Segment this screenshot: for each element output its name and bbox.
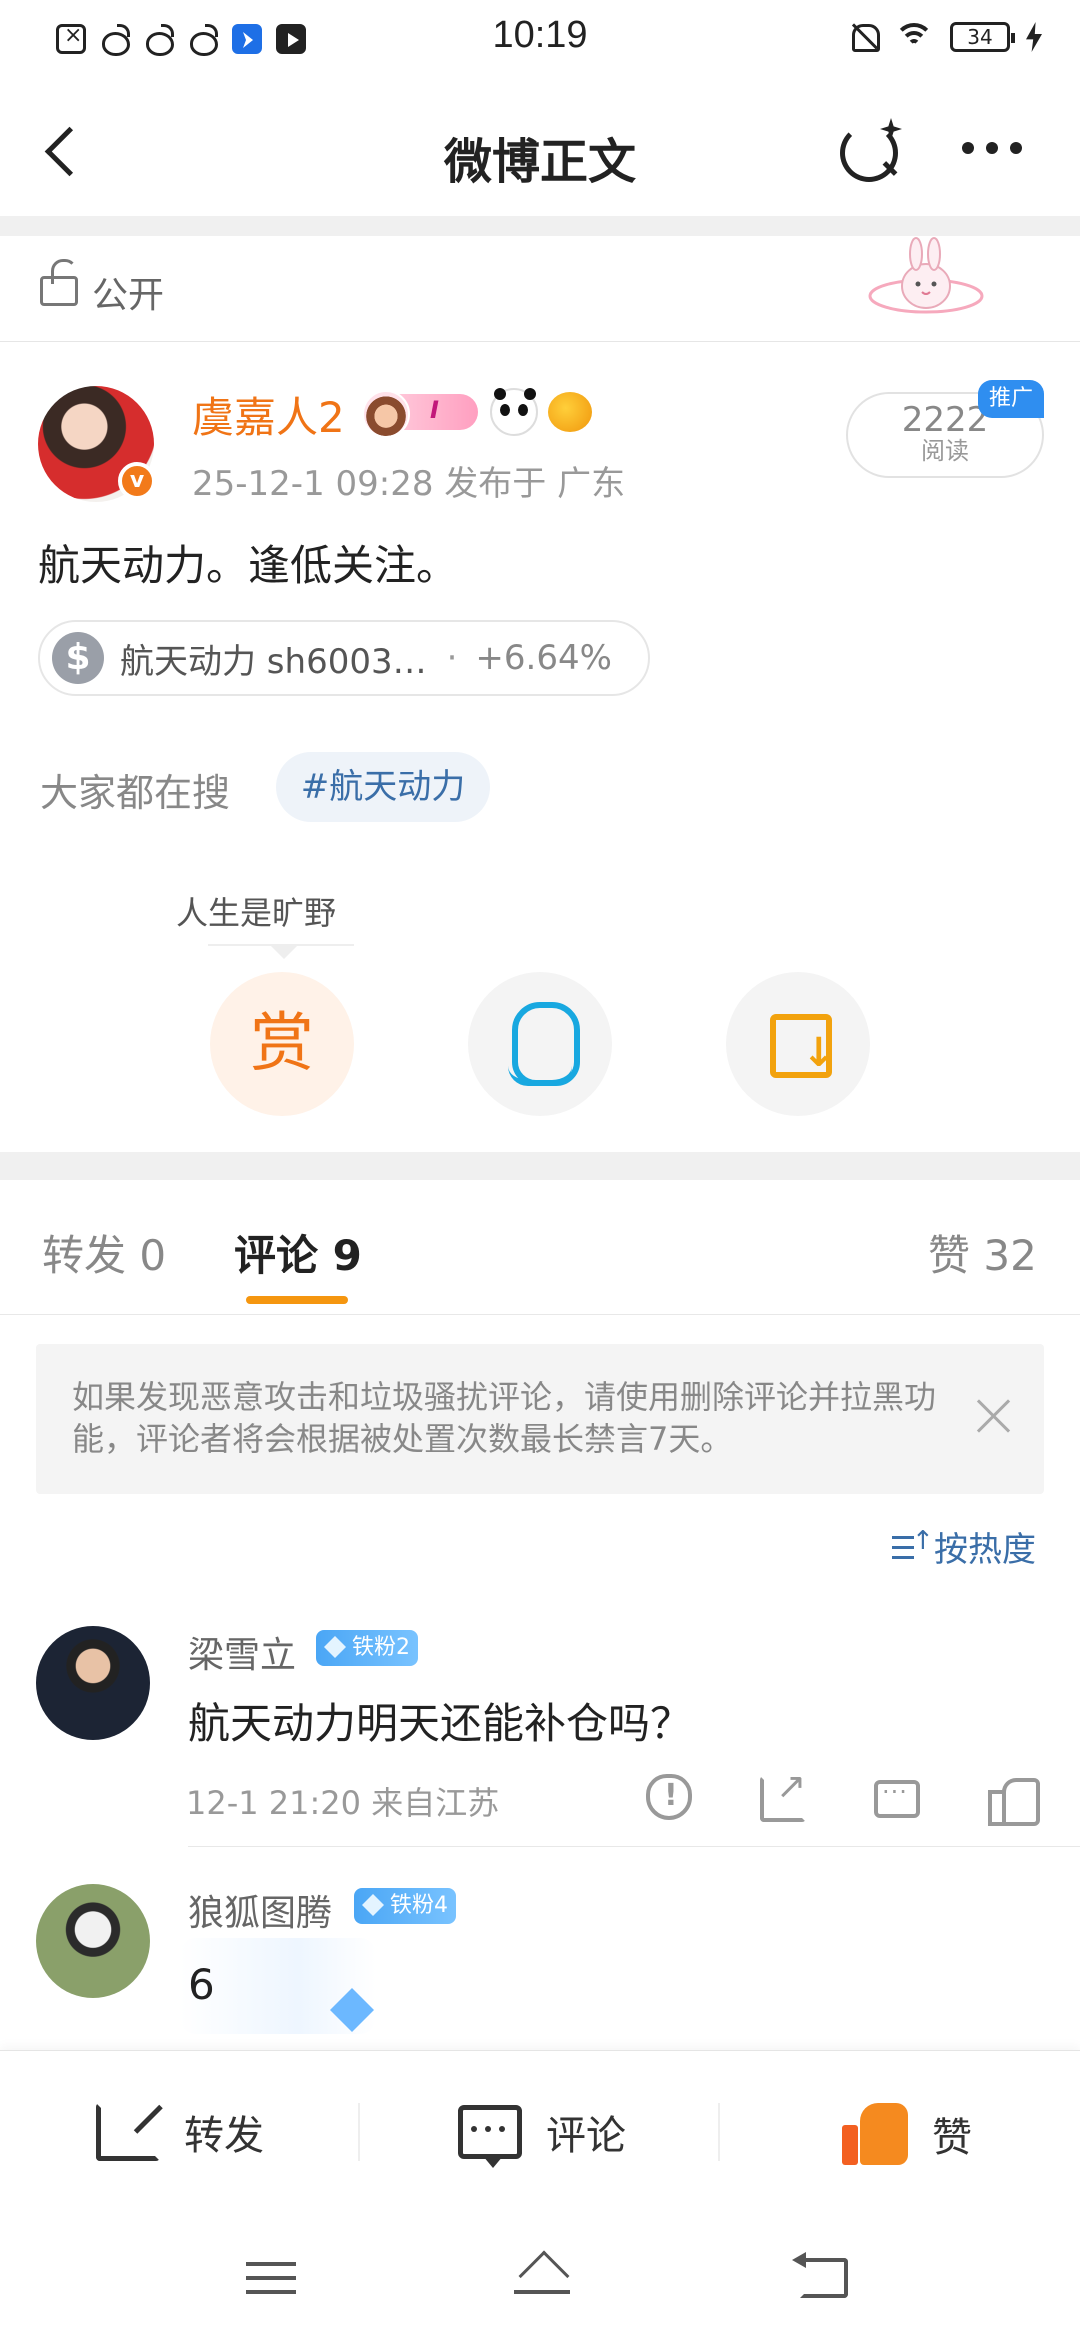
charging-icon bbox=[1026, 22, 1042, 52]
comment-text: 6 bbox=[188, 1960, 215, 2009]
bar-separator bbox=[718, 2103, 720, 2161]
sort-label: 按热度 bbox=[934, 1530, 1036, 1570]
reward-button[interactable]: 赏 bbox=[210, 972, 354, 1116]
nav-bar: 微博正文 bbox=[0, 84, 1080, 216]
tab-like[interactable]: 赞 32 bbox=[928, 1222, 1037, 1283]
section-divider bbox=[0, 1152, 1080, 1180]
commenter-name[interactable]: 梁雪立 bbox=[188, 1626, 296, 1678]
avatar[interactable] bbox=[36, 1626, 150, 1740]
save-image-icon[interactable] bbox=[726, 972, 870, 1116]
tabs-divider bbox=[0, 1314, 1080, 1315]
panda-badge-icon[interactable] bbox=[490, 388, 538, 436]
like-button[interactable]: 赞 bbox=[842, 2103, 972, 2165]
comment-notice: 如果发现恶意攻击和垃圾骚扰评论，请使用删除评论并拉黑功能，评论者将会根据被处置次… bbox=[36, 1344, 1044, 1494]
unlock-icon bbox=[40, 259, 78, 306]
topic-tag[interactable]: #航天动力 bbox=[276, 752, 490, 822]
reply-icon[interactable] bbox=[874, 1778, 920, 1818]
stock-chip[interactable]: $ 航天动力 sh6003… · +6.64% bbox=[38, 620, 650, 696]
tab-indicator bbox=[246, 1296, 348, 1304]
status-bar: 10:19 34 bbox=[0, 0, 1080, 84]
verified-badge-icon: v bbox=[118, 462, 156, 500]
system-nav-bar bbox=[0, 2216, 1080, 2340]
tip-arrow-icon bbox=[270, 945, 298, 959]
mute-icon bbox=[848, 20, 880, 54]
tab-comment[interactable]: 评论 9 bbox=[234, 1222, 362, 1283]
avatar[interactable] bbox=[36, 1884, 150, 1998]
close-icon[interactable] bbox=[972, 1394, 1016, 1438]
comment-label: 评论 bbox=[546, 2113, 626, 2159]
dollar-icon: $ bbox=[52, 632, 104, 684]
promo-tag: 推广 bbox=[978, 380, 1044, 418]
fan-badge[interactable]: 铁粉4 bbox=[354, 1888, 456, 1924]
stock-name: 航天动力 sh6003… bbox=[120, 641, 427, 682]
read-label: 阅读 bbox=[921, 437, 969, 465]
comment-text: 航天动力明天还能补仓吗？ bbox=[188, 1699, 693, 1748]
sort-button[interactable]: 按热度 bbox=[892, 1522, 1036, 1571]
home-icon[interactable] bbox=[510, 2254, 574, 2298]
commenter-name[interactable]: 狼狐图腾 bbox=[188, 1884, 332, 1936]
comment-meta: 12-1 21:20 来自江苏 bbox=[186, 1784, 500, 1822]
comment-icon bbox=[458, 2105, 522, 2168]
share-icon[interactable] bbox=[760, 1766, 806, 1822]
page-title: 微博正文 bbox=[443, 134, 636, 190]
system-back-icon[interactable] bbox=[792, 2252, 848, 2298]
tab-repost[interactable]: 转发 0 bbox=[42, 1222, 166, 1283]
comment-button[interactable]: 评论 bbox=[458, 2103, 626, 2168]
post-text: 航天动力。逢低关注。 bbox=[38, 541, 459, 590]
menu-icon[interactable] bbox=[246, 2262, 296, 2266]
qq-share-icon[interactable] bbox=[468, 972, 612, 1116]
sort-icon bbox=[892, 1526, 934, 1562]
repost-label: 转发 bbox=[184, 2113, 264, 2159]
visibility-label: 公开 bbox=[92, 275, 165, 316]
member-badge-icon[interactable] bbox=[362, 390, 478, 438]
bar-separator bbox=[358, 2103, 360, 2161]
stock-change: +6.64% bbox=[475, 638, 612, 678]
post-meta: 25-12-1 09:28 发布于 广东 bbox=[192, 464, 626, 504]
status-right: 34 bbox=[848, 20, 1042, 54]
battery-icon: 34 bbox=[950, 22, 1015, 52]
like-label: 赞 bbox=[932, 2115, 972, 2161]
page: 10:19 34 微博正文 公开 bbox=[0, 0, 1080, 2340]
repost-icon bbox=[96, 2103, 160, 2161]
thumbs-up-icon bbox=[842, 2103, 908, 2165]
repost-button[interactable]: 转发 bbox=[96, 2103, 264, 2161]
wifi-icon bbox=[894, 21, 934, 53]
fan-badge[interactable]: 铁粉2 bbox=[316, 1630, 418, 1666]
notice-text: 如果发现恶意攻击和垃圾骚扰评论，请使用删除评论并拉黑功能，评论者将会根据被处置次… bbox=[72, 1378, 937, 1458]
bottom-action-bar: 转发 评论 赞 bbox=[0, 2050, 1080, 2216]
more-icon[interactable] bbox=[962, 142, 1022, 154]
trending-search-label: 大家都在搜 bbox=[40, 771, 231, 815]
stock-separator: · bbox=[446, 638, 458, 678]
reward-tip-label: 人生是旷野 bbox=[176, 894, 337, 932]
report-icon[interactable] bbox=[646, 1774, 692, 1820]
like-icon[interactable] bbox=[988, 1772, 1040, 1826]
section-divider bbox=[0, 216, 1080, 236]
rabbit-sticker-icon bbox=[868, 237, 984, 314]
comment-divider bbox=[188, 1846, 1080, 1847]
fish-badge-icon[interactable] bbox=[548, 392, 592, 432]
author-name[interactable]: 虞嘉人2 bbox=[192, 384, 345, 445]
visibility-row: 公开 bbox=[0, 236, 1080, 342]
